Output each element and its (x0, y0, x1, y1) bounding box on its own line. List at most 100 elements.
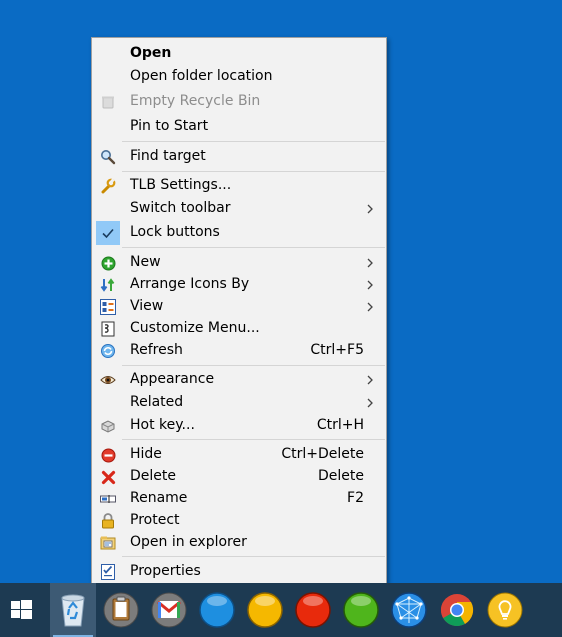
menu-item-view[interactable]: View (92, 296, 386, 318)
gmail-button[interactable] (146, 583, 192, 637)
chevron-right-icon (367, 302, 373, 312)
menu-separator (122, 247, 385, 248)
network-globe-icon (391, 592, 427, 628)
green-orb-icon (343, 592, 379, 628)
menu-item-open-in-explorer[interactable]: Open in explorer (92, 532, 386, 554)
menu-item-label: TLB Settings... (130, 177, 232, 193)
menu-separator (122, 439, 385, 440)
menu-item-label: Find target (130, 148, 206, 164)
menu-item-open[interactable]: Open (92, 43, 386, 65)
refresh-icon (100, 343, 116, 359)
menu-item-refresh[interactable]: Refresh Ctrl+F5 (92, 340, 386, 362)
menu-item-label: New (130, 254, 161, 270)
menu-item-open-folder-location[interactable]: Open folder location (92, 66, 386, 88)
wrench-icon (100, 178, 116, 194)
menu-item-empty-recycle-bin[interactable]: Empty Recycle Bin (92, 91, 386, 113)
chevron-right-icon (367, 375, 373, 385)
green-orb-button[interactable] (338, 583, 384, 637)
menu-item-label: Protect (130, 512, 180, 528)
menu-item-label: Open (130, 45, 172, 61)
menu-separator (122, 556, 385, 557)
magnifier-icon (100, 149, 116, 165)
checkmark-icon (100, 225, 116, 241)
network-globe-button[interactable] (386, 583, 432, 637)
start-button[interactable] (0, 583, 46, 637)
menu-item-label: Lock buttons (130, 224, 220, 240)
menu-item-switch-toolbar[interactable]: Switch toolbar (92, 198, 386, 220)
menu-item-new[interactable]: New (92, 252, 386, 274)
menu-item-pin-to-start[interactable]: Pin to Start (92, 116, 386, 138)
menu-item-protect[interactable]: Protect (92, 510, 386, 532)
chevron-right-icon (367, 204, 373, 214)
eye-icon (100, 372, 116, 388)
menu-item-label: Open in explorer (130, 534, 247, 550)
menu-item-label: Properties (130, 563, 201, 579)
menu-item-properties[interactable]: Properties (92, 561, 386, 583)
menu-item-label: Hide (130, 446, 162, 462)
properties-checklist-icon (100, 564, 116, 580)
clipboard-icon (103, 592, 139, 628)
shortcut-label: Ctrl+F5 (310, 342, 364, 358)
menu-item-tlb-settings[interactable]: TLB Settings... (92, 175, 386, 197)
shortcut-label: F2 (347, 490, 364, 506)
recycle-bin-icon (61, 594, 85, 627)
green-plus-icon (100, 255, 116, 271)
shortcut-label: Ctrl+H (316, 417, 364, 433)
chevron-right-icon (367, 398, 373, 408)
taskbar (0, 583, 562, 637)
menu-separator (122, 141, 385, 142)
yellow-orb-button[interactable] (242, 583, 288, 637)
view-grid-icon (100, 299, 116, 315)
red-orb-button[interactable] (290, 583, 336, 637)
menu-item-find-target[interactable]: Find target (92, 146, 386, 168)
menu-item-label: Customize Menu... (130, 320, 260, 336)
context-menu: Open Open folder location Empty Recycle … (91, 37, 387, 586)
menu-item-label: Empty Recycle Bin (130, 93, 261, 109)
red-orb-icon (295, 592, 331, 628)
chevron-right-icon (367, 258, 373, 268)
clipboard-button[interactable] (98, 583, 144, 637)
yellow-orb-icon (247, 592, 283, 628)
menu-item-label: Delete (130, 468, 176, 484)
red-minus-icon (100, 447, 116, 463)
recycle-bin-button[interactable] (50, 583, 96, 637)
rename-icon (100, 491, 116, 507)
lightbulb-icon (487, 592, 523, 628)
menu-item-lock-buttons[interactable]: Lock buttons (92, 221, 386, 245)
padlock-icon (100, 513, 116, 529)
lightbulb-button[interactable] (482, 583, 528, 637)
explorer-folder-icon (100, 535, 116, 551)
menu-item-label: Switch toolbar (130, 200, 231, 216)
red-x-icon (100, 469, 116, 485)
menu-item-label: Pin to Start (130, 118, 209, 134)
menu-separator (122, 171, 385, 172)
menu-item-label: Rename (130, 490, 188, 506)
menu-item-related[interactable]: Related (92, 392, 386, 414)
menu-separator (122, 365, 385, 366)
blue-orb-button[interactable] (194, 583, 240, 637)
shortcut-label: Ctrl+Delete (281, 446, 364, 462)
recycle-bin-icon (100, 94, 116, 110)
menu-item-label: Open folder location (130, 68, 273, 84)
menu-item-delete[interactable]: Delete Delete (92, 466, 386, 488)
blue-orb-icon (199, 592, 235, 628)
menu-item-label: View (130, 298, 164, 314)
windows-logo-icon (11, 600, 32, 619)
arrange-arrows-icon (100, 277, 116, 293)
menu-item-appearance[interactable]: Appearance (92, 369, 386, 391)
menu-item-arrange-icons-by[interactable]: Arrange Icons By (92, 274, 386, 296)
menu-item-customize-menu[interactable]: Customize Menu... (92, 318, 386, 340)
chrome-icon (440, 594, 474, 627)
menu-item-label: Related (130, 394, 184, 410)
menu-item-rename[interactable]: Rename F2 (92, 488, 386, 510)
menu-item-label: Refresh (130, 342, 183, 358)
chrome-button[interactable] (434, 583, 480, 637)
shortcut-label: Delete (318, 468, 364, 484)
menu-item-label: Hot key... (130, 417, 195, 433)
menu-item-label: Appearance (130, 371, 215, 387)
menu-item-hot-key[interactable]: Hot key... Ctrl+H (92, 415, 386, 437)
keyboard-key-icon (100, 418, 116, 434)
customize-menu-icon (100, 321, 116, 337)
menu-item-label: Arrange Icons By (130, 276, 250, 292)
menu-item-hide[interactable]: Hide Ctrl+Delete (92, 444, 386, 466)
